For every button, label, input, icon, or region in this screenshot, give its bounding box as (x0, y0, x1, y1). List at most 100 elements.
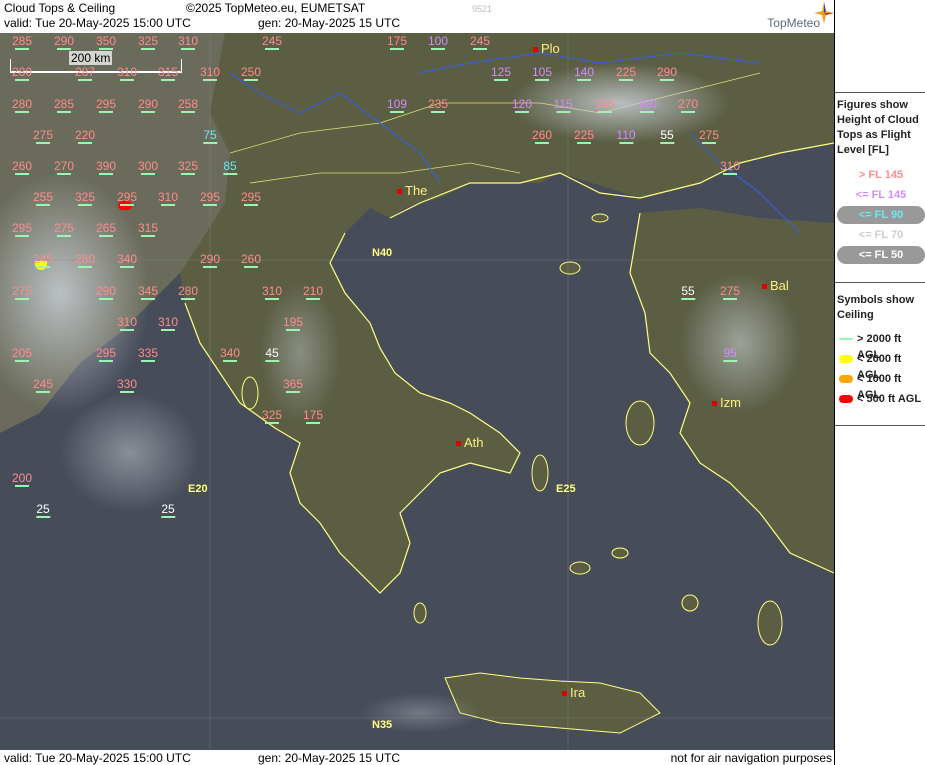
cloud-top-label: 325 (261, 408, 283, 424)
legend-tops-title: Figures show Height of Cloud Tops as Fli… (837, 99, 919, 156)
island (611, 547, 629, 559)
cloud-top-label: 315 (157, 65, 179, 81)
cloud-top-label: 310 (261, 284, 283, 300)
cloud-top-label: 290 (137, 97, 159, 113)
legend-item-above-fl145: > FL 145 (858, 169, 904, 181)
city-marker: Plo (533, 41, 560, 56)
city-marker: Ira (562, 685, 585, 700)
cloud-top-label: 95 (722, 346, 738, 362)
ceiling-orange-icon (839, 375, 853, 383)
island (559, 261, 581, 275)
cloud-top-label: 295 (95, 346, 117, 362)
product-title: Cloud Tops & Ceiling (4, 1, 116, 15)
cloud-top-label: 295 (11, 221, 33, 237)
topmeteo-logo: TopMeteo (734, 2, 834, 32)
cloud-top-label: 140 (573, 65, 595, 81)
cloud-top-label: 310 (157, 315, 179, 331)
legend-divider (835, 282, 925, 283)
city-label: Bal (770, 278, 789, 293)
cloud-top-label: 45 (264, 346, 280, 362)
island-lesbos (625, 400, 655, 446)
cloud-top-label: 260 (240, 252, 262, 268)
island (241, 376, 259, 410)
cloud-top-label: 295 (116, 190, 138, 206)
city-label: Ath (464, 435, 484, 450)
scale-bar: 200 km (10, 51, 182, 73)
cloud-top-label: 105 (531, 65, 553, 81)
cloud-patch (60, 393, 200, 513)
city-marker: Ath (456, 435, 484, 450)
cloud-top-label: 25 (35, 502, 51, 518)
cloud-top-label: 25 (160, 502, 176, 518)
cloud-top-label: 340 (219, 346, 241, 362)
crete-island (444, 672, 661, 734)
cloud-top-label: 275 (32, 128, 54, 144)
cloud-top-label: 120 (511, 97, 533, 113)
grid-label: E25 (556, 483, 576, 495)
cloud-top-label: 109 (386, 97, 408, 113)
cloud-top-label: 290 (95, 284, 117, 300)
valid-time: valid: Tue 20-May-2025 15:00 UTC (4, 16, 191, 30)
cloud-top-label: 260 (531, 128, 553, 144)
cloud-top-label: 295 (95, 97, 117, 113)
grid-label: N35 (372, 719, 393, 731)
cloud-top-label: 345 (137, 284, 159, 300)
ceiling-red-icon (839, 395, 853, 403)
cloud-top-label: 335 (137, 346, 159, 362)
cloud-top-label: 310 (199, 65, 221, 81)
compass-star-icon (814, 2, 834, 24)
cloud-top-label: 258 (177, 97, 199, 113)
cloud-top-label: 255 (32, 190, 54, 206)
cloud-top-label: 285 (53, 97, 75, 113)
city-label: The (405, 183, 428, 198)
cloud-top-label: 245 (261, 34, 283, 50)
cloud-top-label: 280 (11, 65, 33, 81)
footer-valid-time: valid: Tue 20-May-2025 15:00 UTC (4, 751, 191, 765)
island (681, 594, 699, 612)
cloud-top-label: 110 (616, 128, 636, 144)
cloud-top-label: 287 (74, 65, 96, 81)
cloud-top-label: 275 (11, 284, 33, 300)
cloud-top-label: 175 (386, 34, 408, 50)
cloud-top-label: 270 (53, 159, 75, 175)
cloud-top-label: 290 (656, 65, 678, 81)
cloud-top-label: 175 (302, 408, 324, 424)
cloud-top-label: 325 (74, 190, 96, 206)
city-label: Izm (720, 395, 741, 410)
satellite-map: 200 km N40 N35 E20 E25 Plo The Bal Ath I… (0, 33, 834, 750)
cloud-top-label: 210 (302, 284, 324, 300)
cloud-top-label: 300 (137, 159, 159, 175)
generated-time: gen: 20-May-2025 15 UTC (258, 16, 401, 30)
cloud-top-label: 280 (74, 252, 96, 268)
legend-item-fl50: <= FL 50 (837, 246, 925, 264)
cloud-top-label: 315 (137, 221, 159, 237)
cloud-top-label: 120 (636, 97, 658, 113)
city-label: Plo (541, 41, 560, 56)
cloud-top-label: 285 (11, 34, 33, 50)
cloud-top-label: 55 (659, 128, 675, 144)
legend-ceiling-below-500: < 500 ft AGL (837, 391, 925, 407)
cloud-top-label: 325 (137, 34, 159, 50)
cloud-top-label: 310 (177, 34, 199, 50)
legend-ceiling-title: Symbols show Ceiling (837, 294, 915, 321)
legend-item-fl145: <= FL 145 (855, 189, 907, 201)
cloud-top-label: 340 (116, 252, 138, 268)
cloud-top-label: 350 (95, 34, 117, 50)
cloud-top-label: 245 (32, 252, 54, 268)
cloud-top-label: 260 (11, 159, 33, 175)
cloud-top-label: 390 (95, 159, 117, 175)
city-marker: The (397, 183, 427, 198)
image-code: 9521 (472, 4, 493, 14)
footer-generated-time: gen: 20-May-2025 15 UTC (258, 751, 401, 765)
grid-label: N40 (372, 247, 393, 259)
cloud-top-label: 280 (177, 284, 199, 300)
city-label: Ira (570, 685, 586, 700)
cloud-top-label: 225 (573, 128, 595, 144)
legend-ceiling-above-2000: > 2000 ft AGL (837, 331, 925, 361)
cloud-top-label: 310 (719, 159, 741, 175)
cloud-top-label: 295 (199, 190, 221, 206)
scale-label: 200 km (69, 51, 113, 65)
cloud-top-label: 155 (594, 97, 616, 113)
island-rhodes (757, 600, 783, 646)
cloud-top-label: 280 (11, 97, 33, 113)
